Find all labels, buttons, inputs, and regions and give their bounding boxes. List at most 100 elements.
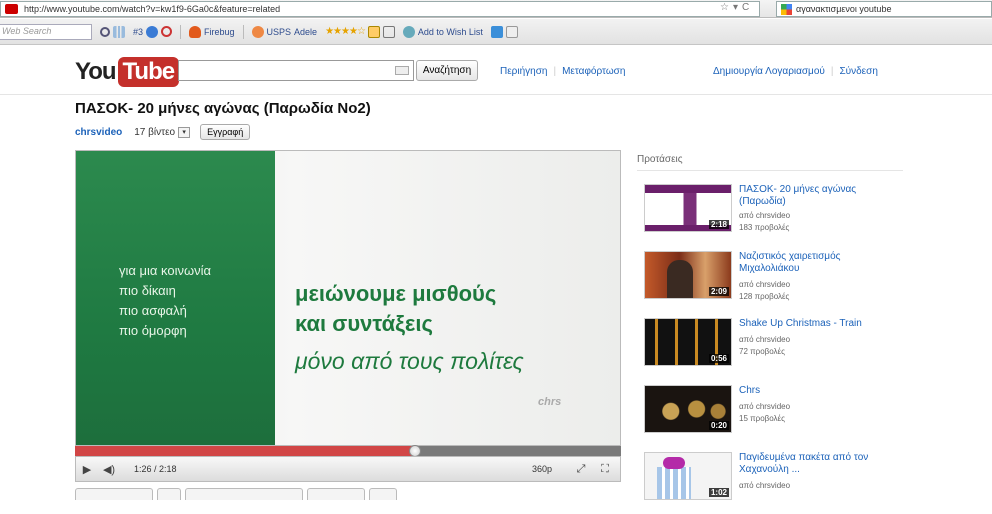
add-to-wishlist-button[interactable]: Add to Wish List [418,27,483,37]
web-search-input[interactable]: Web Search [0,23,92,40]
frame-left-line: πιο δίκαιη [119,283,176,298]
youtube-logo[interactable]: You Tube [75,57,180,87]
suggestion-uploader: από chrsvideo [739,280,791,289]
frame-watermark: chrs [538,396,562,408]
firebug-button[interactable]: Firebug [204,27,235,37]
add-to-button[interactable] [185,488,303,500]
suggestion-title[interactable]: Shake Up Christmas - Train [739,318,899,330]
browser-search-field[interactable]: αγανακτισμενοι youtube [776,1,992,17]
suggestion-item[interactable]: 0:20 Chrs από chrsvideo 15 προβολές [644,385,904,447]
suggestions-title: Προτάσεις [637,154,683,165]
suggestion-views: 183 προβολές [739,223,790,232]
wishlist-icon [402,25,415,38]
google-icon [781,3,792,15]
logo-you: You [75,58,117,85]
browse-link[interactable]: Περιήγηση [500,66,547,77]
count-badge[interactable]: #3 [133,27,143,37]
uploader-link[interactable]: chrsvideo [75,127,122,138]
logo-tube: Tube [117,57,180,87]
thumbnail[interactable]: 0:20 [644,385,732,433]
create-account-link[interactable]: Δημιουργία Λογαριασμού [713,66,825,77]
suggestion-title[interactable]: Chrs [739,385,899,397]
green-panel [76,151,275,445]
frame-main-line: και συντάξεις [295,311,433,336]
usps-button[interactable]: USPS [267,27,292,37]
duration-badge: 2:09 [708,287,729,296]
suggestion-title[interactable]: Ναζιστικός χαιρετισμός Μιχαλολιάκου [739,251,899,275]
rating-stars[interactable]: ★★★★☆ [325,26,366,37]
thumbnail-figure [667,260,693,298]
toolbar-divider [242,24,244,39]
thumbnail[interactable]: 0:56 [644,318,732,366]
video-player[interactable]: για μια κοινωνία πιο δίκαιη πιο ασφαλή π… [75,150,621,446]
youtube-favicon-icon [5,4,18,14]
url-field[interactable]: http://www.youtube.com/watch?v=kw1f9-6Ga… [0,1,760,17]
toolbar-divider [180,24,182,39]
sign-in-link[interactable]: Σύνδεση [839,66,877,77]
action-buttons [75,488,397,500]
play-icon[interactable]: ▶ [76,459,98,479]
video-title: ΠΑΣΟΚ- 20 μήνες αγώνας (Παρωδία Νο2) [75,100,371,117]
suggestion-views: 128 προβολές [739,292,790,301]
suggestion-uploader: από chrsvideo [739,211,791,220]
chevron-down-icon[interactable]: ▾ [178,126,191,138]
suggestion-item[interactable]: 1:02 Παγιδευμένα πακέτα από τον Χαχανούλ… [644,452,904,514]
expand-icon[interactable]: ⤢ [570,459,592,479]
suggestion-views: 72 προβολές [739,347,785,356]
suggestion-views: 15 προβολές [739,414,785,423]
suggestion-item[interactable]: 0:56 Shake Up Christmas - Train από chrs… [644,318,904,380]
uploader-info: chrsvideo 17 βίντεο ▾ Εγγραφή [75,124,251,140]
subscribe-button[interactable]: Εγγραφή [200,124,251,140]
time-display: 1:26 / 2:18 [134,464,177,474]
dislike-button[interactable] [157,488,181,500]
frame-italic-line: μόνο από τους πολίτες [295,348,524,374]
youtube-header: You Tube Αναζήτηση Περιήγηση | Μεταφόρτω… [0,45,992,95]
adele-button[interactable]: Adele [294,27,317,37]
stats-icon[interactable] [113,25,125,38]
suggestion-uploader: από chrsvideo [739,481,791,490]
video-count: 17 βίντεο [134,126,176,138]
suggestion-title[interactable]: ΠΑΣΟΚ- 20 μήνες αγώνας (Παρωδία) [739,184,899,208]
share-button[interactable] [307,488,365,500]
suggestion-item[interactable]: 2:09 Ναζιστικός χαιρετισμός Μιχαλολιάκου… [644,251,904,313]
mail-icon[interactable] [382,25,395,38]
thumbnail-band [645,185,731,193]
volume-icon[interactable]: ◀) [98,459,120,479]
suggestion-item[interactable]: 2:18 ΠΑΣΟΚ- 20 μήνες αγώνας (Παρωδία) απ… [644,184,904,246]
url-text: http://www.youtube.com/watch?v=kw1f9-6Ga… [24,4,281,14]
flag-button[interactable] [369,488,397,500]
progress-bar[interactable] [75,445,621,457]
frame-left-line: πιο ασφαλή [119,303,187,318]
suggestion-uploader: από chrsvideo [739,402,791,411]
gift-box [657,467,691,499]
link-icon[interactable] [146,25,159,38]
suggestion-title[interactable]: Παγιδευμένα πακέτα από τον Χαχανούλη ... [739,452,899,476]
quality-selector[interactable]: 360p [532,464,552,474]
frame-left-line: για μια κοινωνία [119,263,212,278]
panel-icon[interactable] [505,25,518,38]
firebug-icon[interactable] [189,25,202,38]
note-icon[interactable] [367,25,380,38]
account-nav: Δημιουργία Λογαριασμού | Σύνδεση [713,66,878,77]
thumbnail[interactable]: 1:02 [644,452,732,500]
clock-icon[interactable] [161,26,173,37]
pin-icon[interactable] [251,25,264,38]
youtube-search-input[interactable] [178,60,414,81]
thumbnail[interactable]: 2:18 [644,184,732,232]
browser-search-text: αγανακτισμενοι youtube [796,4,892,14]
star-bookmark-icon[interactable]: ☆▾C [720,2,753,13]
duration-badge: 2:18 [708,220,729,229]
upload-link[interactable]: Μεταφόρτωση [562,66,625,77]
fullscreen-icon[interactable]: ⛶ [594,459,616,479]
keyboard-icon[interactable] [395,66,409,75]
sidebar-divider [637,170,903,171]
suggestion-uploader: από chrsvideo [739,335,791,344]
frame-left-line: πιο όμορφη [119,323,187,338]
search-button[interactable]: Αναζήτηση [416,60,478,81]
like-button[interactable] [75,488,153,500]
magnifier-icon[interactable] [100,26,110,37]
thumbnail[interactable]: 2:09 [644,251,732,299]
twitter-icon[interactable] [490,25,503,38]
browser-address-bar: http://www.youtube.com/watch?v=kw1f9-6Ga… [0,0,992,18]
browser-toolbar: Web Search #3 Firebug USPS Adele ★★★★☆ Ad… [0,19,992,45]
